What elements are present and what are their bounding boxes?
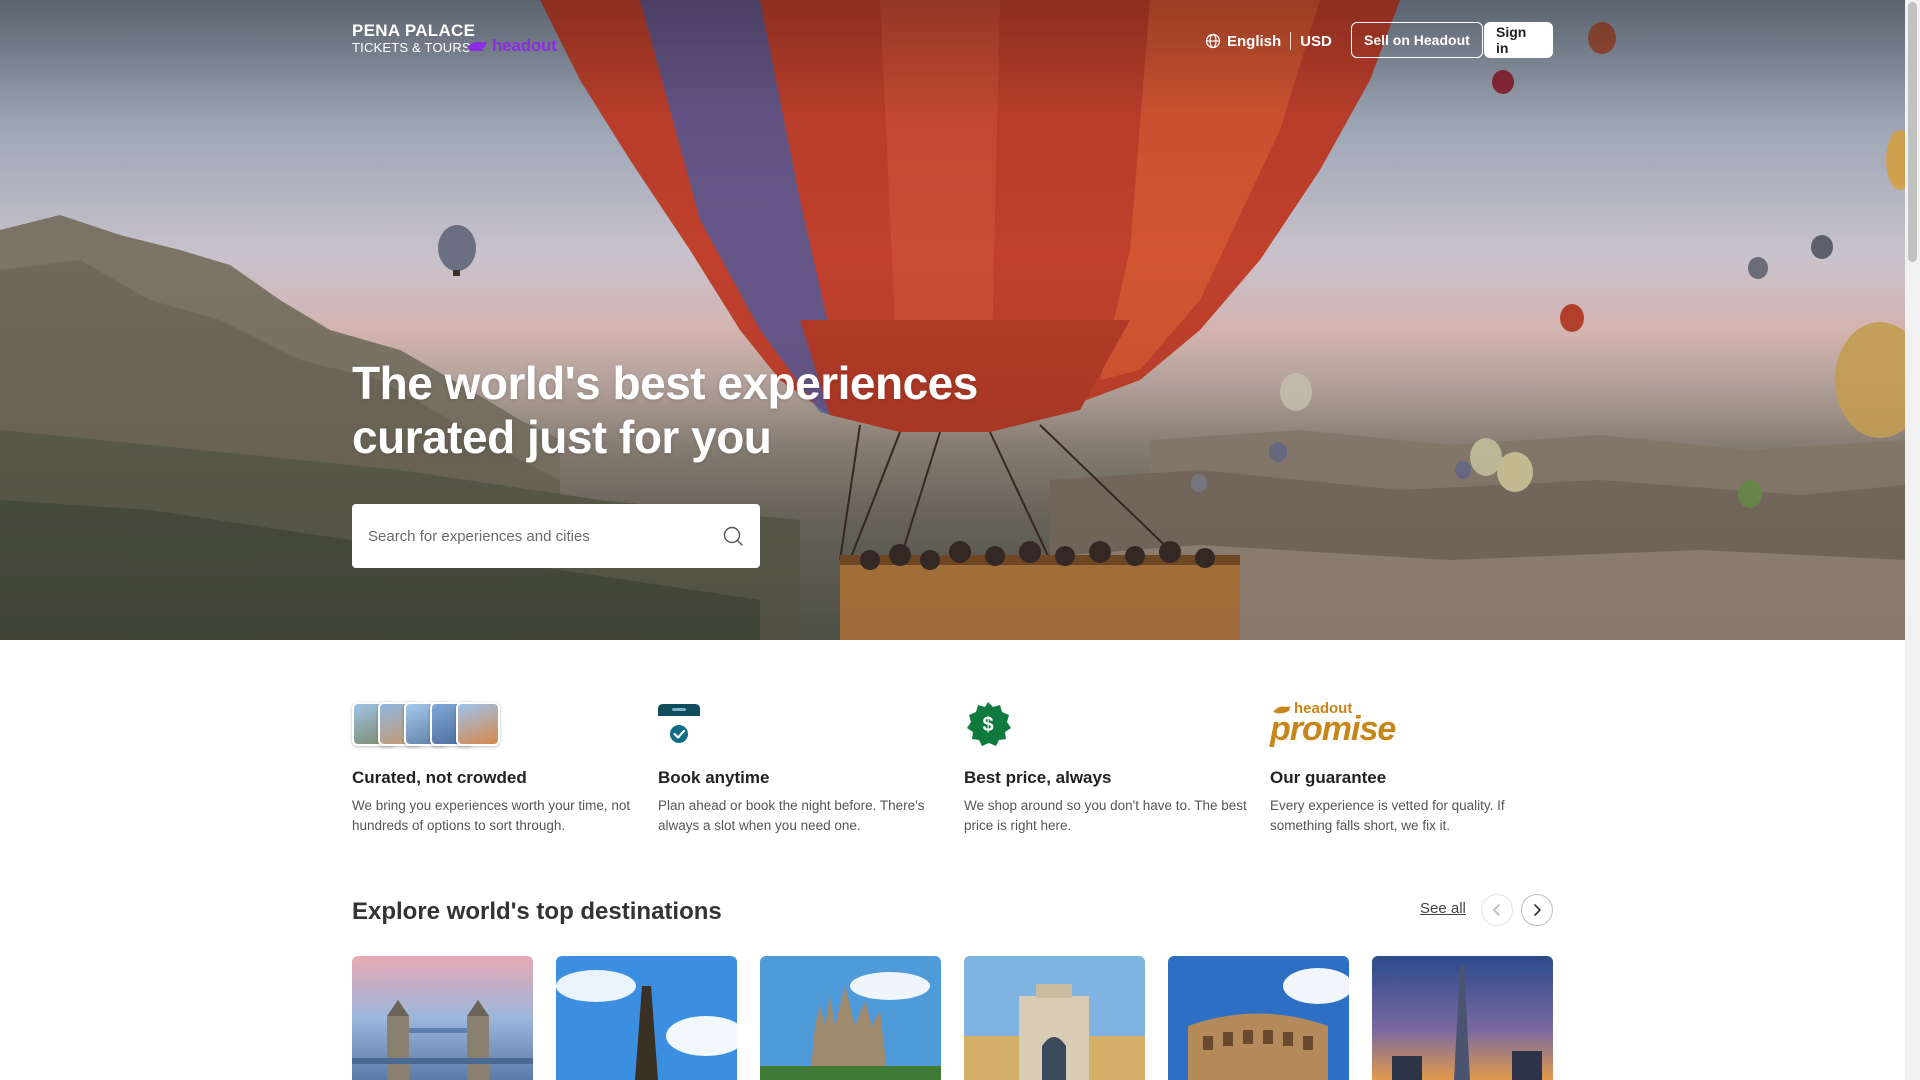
svg-text:$: $ — [982, 714, 993, 736]
see-all-link[interactable]: See all — [1420, 900, 1466, 917]
destination-card-eiffel-tower[interactable] — [556, 956, 737, 1080]
logo-line-2: TICKETS & TOURS — [352, 40, 471, 55]
divider — [1290, 32, 1292, 50]
site-logo[interactable]: PENA PALACE TICKETS & TOURS — [352, 22, 475, 54]
chevron-left-icon — [1493, 904, 1500, 916]
search-icon[interactable] — [722, 525, 744, 547]
destination-cards-icon — [352, 700, 502, 746]
tower-bridge-image — [352, 956, 533, 1080]
destination-card-sagrada-familia[interactable] — [760, 956, 941, 1080]
price-badge-icon: $ — [967, 702, 1011, 746]
section-title: Explore world's top destinations — [352, 898, 722, 925]
feature-description: Every experience is vetted for quality. … — [1270, 798, 1505, 833]
hero-banner: PENA PALACE TICKETS & TOURS headout Engl… — [0, 0, 1905, 640]
page-scrollbar[interactable] — [1905, 0, 1920, 1080]
headout-promise-logo: headout promise — [1270, 700, 1560, 748]
chevron-right-icon — [1534, 904, 1541, 916]
destination-card-burj-khalifa[interactable] — [1372, 956, 1553, 1080]
feature-description: We bring you experiences worth your time… — [352, 798, 631, 833]
feature-title: Book anytime — [658, 768, 770, 787]
carousel-prev-button[interactable] — [1481, 894, 1513, 926]
hero-overlay — [0, 0, 1905, 640]
logo-line-1: PENA PALACE — [352, 21, 476, 40]
destinations-carousel — [352, 956, 1553, 1080]
feature-curated: Curated, not crowded We bring you experi… — [352, 700, 642, 836]
headout-wordmark: headout — [492, 36, 557, 55]
eiffel-tower-image — [556, 956, 737, 1080]
rua-augusta-arch-image — [964, 956, 1145, 1080]
promise-logo-bottom: promise — [1270, 710, 1396, 748]
carousel-next-button[interactable] — [1521, 894, 1553, 926]
feature-title: Curated, not crowded — [352, 768, 527, 787]
feature-title: Best price, always — [964, 768, 1112, 787]
feature-description: Plan ahead or book the night before. The… — [658, 798, 925, 833]
sagrada-familia-image — [760, 956, 941, 1080]
currency-label[interactable]: USD — [1300, 33, 1332, 50]
globe-icon — [1205, 33, 1221, 49]
destinations-header: Explore world's top destinations See all — [352, 892, 1553, 932]
destination-card-colosseum[interactable] — [1168, 956, 1349, 1080]
hero-headline: The world's best experiences curated jus… — [352, 357, 978, 463]
search-input[interactable] — [368, 527, 722, 545]
destination-card-tower-bridge[interactable] — [352, 956, 533, 1080]
feature-title: Our guarantee — [1270, 768, 1387, 787]
calendar-check-icon — [658, 704, 700, 744]
language-currency-selector[interactable]: English USD — [1205, 32, 1332, 50]
feature-guarantee: headout promise Our guarantee Every expe… — [1270, 700, 1560, 836]
top-navigation-bar: PENA PALACE TICKETS & TOURS headout Engl… — [352, 20, 1553, 60]
scrollbar-thumb[interactable] — [1908, 2, 1917, 262]
headout-partner-logo[interactable]: headout — [466, 36, 557, 56]
sign-in-button[interactable]: Sign in — [1484, 22, 1553, 58]
language-label[interactable]: English — [1227, 33, 1281, 50]
colosseum-image — [1168, 956, 1349, 1080]
feature-book-anytime: Book anytime Plan ahead or book the nigh… — [658, 700, 948, 836]
headout-hat-icon — [467, 41, 487, 51]
search-bar[interactable] — [352, 504, 760, 568]
burj-khalifa-image — [1372, 956, 1553, 1080]
feature-best-price: $ Best price, always We shop around so y… — [964, 700, 1254, 836]
feature-description: We shop around so you don't have to. The… — [964, 798, 1247, 833]
destination-card-rua-augusta-arch[interactable] — [964, 956, 1145, 1080]
sell-on-headout-button[interactable]: Sell on Headout — [1351, 22, 1483, 58]
value-propositions: Curated, not crowded We bring you experi… — [352, 700, 1553, 840]
